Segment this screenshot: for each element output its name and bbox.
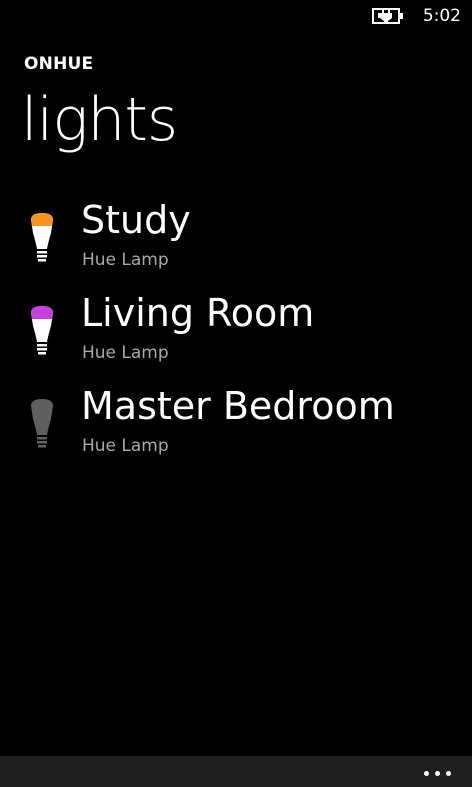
- light-name: Living Room: [81, 291, 315, 335]
- list-item[interactable]: Study Hue Lamp: [0, 195, 472, 288]
- list-item[interactable]: Living Room Hue Lamp: [0, 288, 472, 381]
- application-bar: [0, 756, 472, 787]
- page-title: lights: [21, 85, 178, 155]
- more-options-button[interactable]: [420, 762, 454, 782]
- more-dots-icon: [446, 771, 451, 776]
- list-item[interactable]: Master Bedroom Hue Lamp: [0, 381, 472, 474]
- light-bulb-icon: [31, 399, 53, 448]
- light-type: Hue Lamp: [82, 343, 169, 363]
- light-name: Master Bedroom: [81, 384, 395, 428]
- battery-charging-icon: [372, 8, 403, 24]
- status-time: 5:02: [422, 6, 461, 26]
- light-list: Study Hue Lamp Living Room Hue Lamp Mast…: [0, 195, 472, 474]
- light-bulb-icon: [31, 213, 53, 262]
- app-title: ONHUE: [24, 54, 94, 74]
- more-dots-icon: [424, 771, 429, 776]
- light-type: Hue Lamp: [82, 250, 169, 270]
- light-bulb-icon: [31, 306, 53, 355]
- more-dots-icon: [435, 771, 440, 776]
- light-name: Study: [81, 198, 191, 242]
- status-bar: 5:02: [0, 0, 472, 32]
- light-type: Hue Lamp: [82, 436, 169, 456]
